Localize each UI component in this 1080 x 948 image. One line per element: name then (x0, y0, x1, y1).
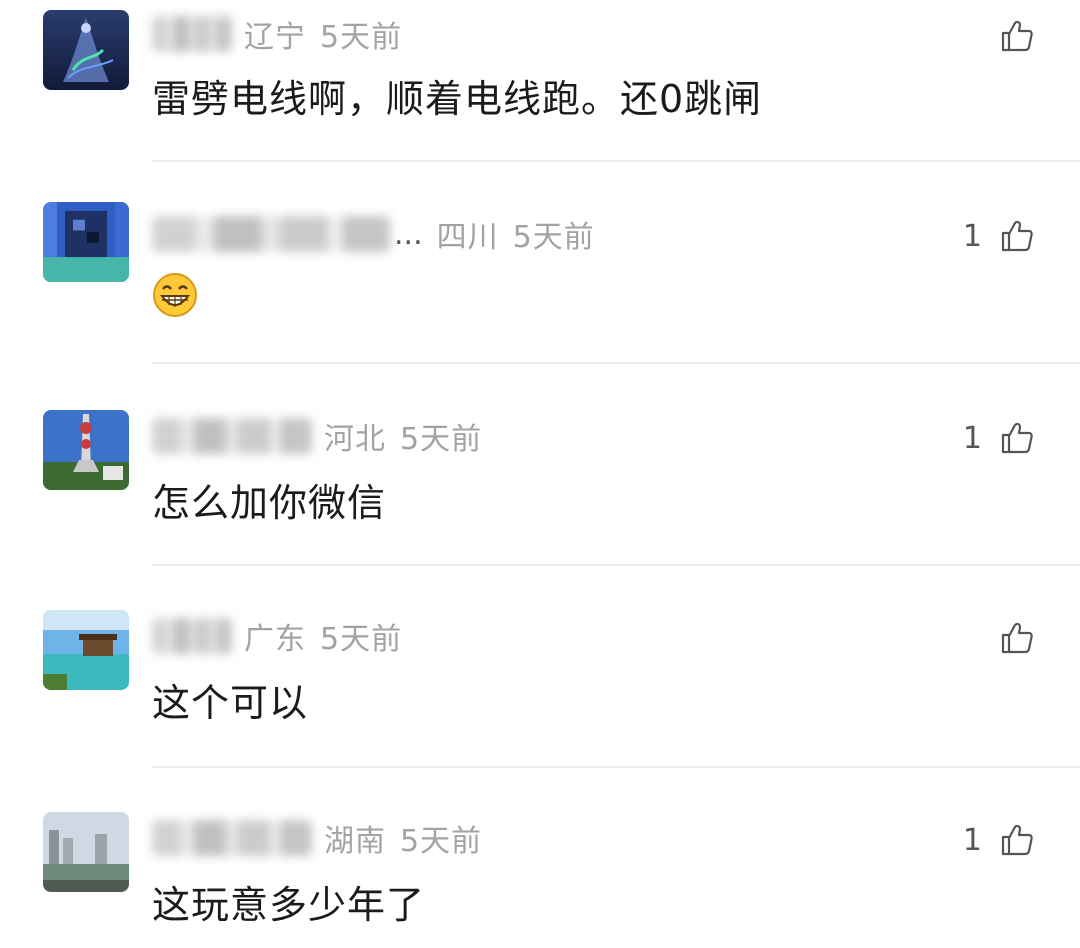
username-ellipsis: ... (394, 216, 423, 252)
like-button[interactable]: 1 (963, 818, 1034, 862)
comment-item: 河北 5天前 1 怎么加你微信 (0, 364, 1080, 566)
thumbs-up-icon (1000, 19, 1034, 53)
comment-text: 这玩意多少年了 (152, 883, 426, 927)
comment-meta: 河北 5天前 (152, 414, 482, 458)
username-blurred[interactable] (152, 16, 232, 52)
thumbs-up-icon (1000, 823, 1034, 857)
avatar[interactable] (43, 812, 129, 892)
username-blurred[interactable] (152, 618, 232, 654)
avatar[interactable] (43, 10, 129, 90)
avatar[interactable] (43, 610, 129, 690)
username-blurred[interactable] (152, 418, 312, 454)
location-label: 四川 (436, 220, 499, 255)
like-button[interactable]: 1 (963, 214, 1034, 258)
comment-text: 怎么加你微信 (152, 481, 387, 525)
location-label: 河北 (324, 422, 386, 457)
grinning-face-emoji (152, 272, 198, 322)
comment-text: 雷劈电线啊，顺着电线跑。还0跳闸 (152, 77, 763, 121)
comment-meta: 辽宁 5天前 (152, 12, 402, 56)
like-count: 1 (962, 822, 982, 858)
timestamp: 5天前 (400, 422, 483, 457)
thumbs-up-icon (1000, 621, 1034, 655)
username-blurred[interactable] (152, 216, 390, 252)
like-button[interactable]: 1 (963, 416, 1034, 460)
timestamp: 5天前 (512, 220, 595, 255)
comment-item: 湖南 5天前 1 这玩意多少年了 (0, 768, 1080, 948)
timestamp: 5天前 (400, 824, 483, 859)
comment-meta: 广东 5天前 (152, 614, 402, 658)
avatar[interactable] (43, 410, 129, 490)
like-button[interactable] (982, 14, 1034, 58)
timestamp: 5天前 (320, 20, 403, 55)
location-label: 湖南 (324, 824, 386, 859)
comment-meta: 湖南 5天前 (152, 816, 482, 860)
location-label: 广东 (244, 622, 306, 657)
timestamp: 5天前 (320, 622, 403, 657)
comment-item: 广东 5天前 这个可以 (0, 566, 1080, 768)
like-button[interactable] (982, 616, 1034, 660)
comment-meta: ... 四川 5天前 (152, 212, 595, 256)
like-count: 1 (962, 218, 982, 254)
avatar[interactable] (43, 202, 129, 282)
thumbs-up-icon (1000, 421, 1034, 455)
location-label: 辽宁 (244, 20, 306, 55)
comment-item: 辽宁 5天前 雷劈电线啊，顺着电线跑。还0跳闸 (0, 0, 1080, 162)
comment-item: ... 四川 5天前 1 (0, 162, 1080, 364)
username-blurred[interactable] (152, 820, 312, 856)
comment-text: 这个可以 (152, 681, 309, 725)
like-count: 1 (962, 420, 982, 456)
thumbs-up-icon (1000, 219, 1034, 253)
